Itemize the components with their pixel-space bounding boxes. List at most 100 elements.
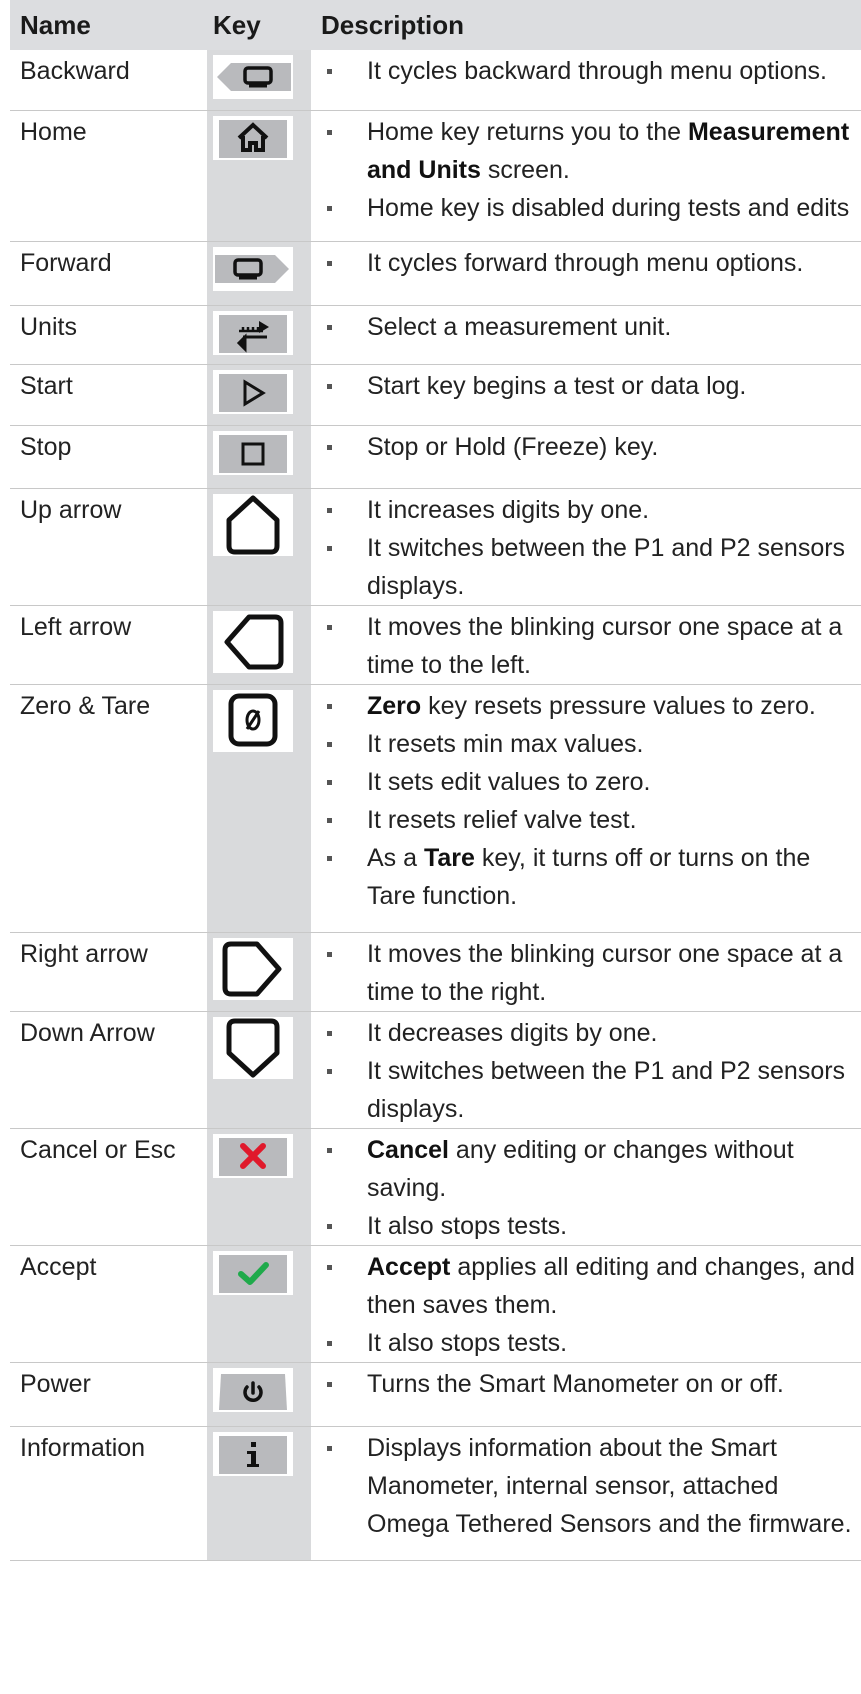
bullet-text: It also stops tests. xyxy=(367,1328,568,1357)
description-list: Accept applies all editing and changes, … xyxy=(323,1248,861,1362)
key-name: Zero & Tare xyxy=(20,691,151,720)
description-list: Start key begins a test or data log. xyxy=(323,367,861,405)
description-bullet: Cancel any editing or changes without sa… xyxy=(323,1131,861,1207)
description-bullet: It sets edit values to zero. xyxy=(323,763,861,801)
description-list: Turns the Smart Manometer on or off. xyxy=(323,1365,861,1403)
key-description: Displays information about the Smart Man… xyxy=(311,1426,861,1560)
header-key: Key xyxy=(207,0,311,50)
description-list: It cycles backward through menu options. xyxy=(323,52,861,90)
description-bullet: As a Tare key, it turns off or turns on … xyxy=(323,839,861,915)
description-list: Cancel any editing or changes without sa… xyxy=(323,1131,861,1245)
description-list: Select a measurement unit. xyxy=(323,308,861,346)
description-bullet: It resets relief valve test. xyxy=(323,801,861,839)
description-bullet: It moves the blinking cursor one space a… xyxy=(323,935,861,1011)
bullet-text: It decreases digits by one. xyxy=(367,1018,658,1047)
start-key-icon xyxy=(213,369,293,414)
right-arrow-key-icon xyxy=(213,937,293,1000)
key-name: Backward xyxy=(20,57,130,85)
bullet-text: screen. xyxy=(480,155,570,184)
bullet-text: It resets relief valve test. xyxy=(367,805,637,834)
key-name: Start xyxy=(20,371,73,400)
header-description: Description xyxy=(311,0,861,50)
key-description: Stop or Hold (Freeze) key. xyxy=(311,425,861,488)
keypad-reference-table: Name Key Description Backward It cycles b… xyxy=(10,0,861,1561)
keypad-reference-document: Name Key Description Backward It cycles b… xyxy=(0,0,861,1694)
zero-tare-key-icon xyxy=(213,689,293,752)
description-list: It moves the blinking cursor one space a… xyxy=(323,608,861,684)
key-description: It cycles backward through menu options. xyxy=(311,50,861,110)
description-bullet: It cycles forward through menu options. xyxy=(323,244,861,282)
bullet-text: key resets pressure values to zero. xyxy=(421,691,816,720)
bullet-text: Home key is disabled during tests and ed… xyxy=(367,193,850,222)
key-name: Cancel or Esc xyxy=(20,1135,176,1164)
key-cell xyxy=(207,605,311,684)
key-cell xyxy=(207,1362,311,1426)
down-arrow-key-icon xyxy=(213,1016,293,1079)
bullet-text: Start key begins a test or data log. xyxy=(367,371,747,400)
bullet-text: It sets edit values to zero. xyxy=(367,767,651,796)
key-description: It moves the blinking cursor one space a… xyxy=(311,605,861,684)
key-name: Home xyxy=(20,117,87,146)
description-bullet: It also stops tests. xyxy=(323,1207,861,1245)
key-cell xyxy=(207,110,311,241)
table-row: Units Select a measurement unit. xyxy=(10,305,861,364)
key-name: Accept xyxy=(20,1252,97,1281)
description-list: Displays information about the Smart Man… xyxy=(323,1429,861,1543)
bullet-text: Stop or Hold (Freeze) key. xyxy=(367,432,659,461)
description-list: It decreases digits by one. It switches b… xyxy=(323,1014,861,1128)
key-description: Cancel any editing or changes without sa… xyxy=(311,1128,861,1245)
bullet-emphasis: Cancel xyxy=(367,1135,449,1164)
table-row: Right arrow It moves the blinking cursor … xyxy=(10,932,861,1011)
key-cell xyxy=(207,1426,311,1560)
table-row: Up arrow It increases digits by one. It sw… xyxy=(10,488,861,605)
description-bullet: Stop or Hold (Freeze) key. xyxy=(323,428,861,466)
units-key-icon xyxy=(213,310,293,355)
table-row: Home Home key returns you to the Measurem… xyxy=(10,110,861,241)
stop-key-icon xyxy=(213,430,293,475)
description-list: It moves the blinking cursor one space a… xyxy=(323,935,861,1011)
bullet-text: It moves the blinking cursor one space a… xyxy=(367,939,843,1006)
bullet-text: It switches between the P1 and P2 sensor… xyxy=(367,533,846,600)
key-description: Turns the Smart Manometer on or off. xyxy=(311,1362,861,1426)
table-row: Accept Accept applies all editing and cha… xyxy=(10,1245,861,1362)
description-list: Home key returns you to the Measurement … xyxy=(323,113,861,227)
key-cell xyxy=(207,932,311,1011)
key-description: Home key returns you to the Measurement … xyxy=(311,110,861,241)
bullet-text: Turns the Smart Manometer on or off. xyxy=(367,1369,784,1398)
key-name: Units xyxy=(20,312,77,341)
key-cell xyxy=(207,425,311,488)
key-name: Right arrow xyxy=(20,939,148,968)
table-row: Stop Stop or Hold (Freeze) key. xyxy=(10,425,861,488)
home-key-icon xyxy=(213,115,293,160)
table-row: Power Turns the Smart Manometer on or off… xyxy=(10,1362,861,1426)
table-row: Zero & Tare Zero key resets pressure valu… xyxy=(10,684,861,932)
key-name: Up arrow xyxy=(20,495,122,524)
table-row: Start Start key begins a test or data log… xyxy=(10,364,861,425)
description-bullet: Zero key resets pressure values to zero. xyxy=(323,687,861,725)
key-cell xyxy=(207,488,311,605)
key-cell xyxy=(207,305,311,364)
power-key-icon xyxy=(213,1367,293,1412)
key-cell xyxy=(207,50,311,110)
information-key-icon xyxy=(213,1431,293,1476)
key-description: It cycles forward through menu options. xyxy=(311,241,861,305)
table-row: Cancel or Esc Cancel any editing or chang… xyxy=(10,1128,861,1245)
bullet-text: It moves the blinking cursor one space a… xyxy=(367,612,843,679)
key-description: Start key begins a test or data log. xyxy=(311,364,861,425)
description-bullet: It switches between the P1 and P2 sensor… xyxy=(323,1052,861,1128)
bullet-emphasis: Tare xyxy=(423,843,475,872)
key-description: It decreases digits by one. It switches b… xyxy=(311,1011,861,1128)
bullet-emphasis: Zero xyxy=(367,691,422,720)
description-bullet: It also stops tests. xyxy=(323,1324,861,1362)
description-bullet: Home key is disabled during tests and ed… xyxy=(323,189,861,227)
cancel-key-icon xyxy=(213,1133,293,1178)
bullet-text: It increases digits by one. xyxy=(367,495,650,524)
table-row: Down Arrow It decreases digits by one. It … xyxy=(10,1011,861,1128)
key-description: Zero key resets pressure values to zero.… xyxy=(311,684,861,932)
accept-key-icon xyxy=(213,1250,293,1295)
key-name: Stop xyxy=(20,432,72,461)
bullet-text: It cycles backward through menu options. xyxy=(367,57,827,85)
description-bullet: Turns the Smart Manometer on or off. xyxy=(323,1365,861,1403)
table-header-row: Name Key Description xyxy=(10,0,861,50)
description-bullet: It resets min max values. xyxy=(323,725,861,763)
